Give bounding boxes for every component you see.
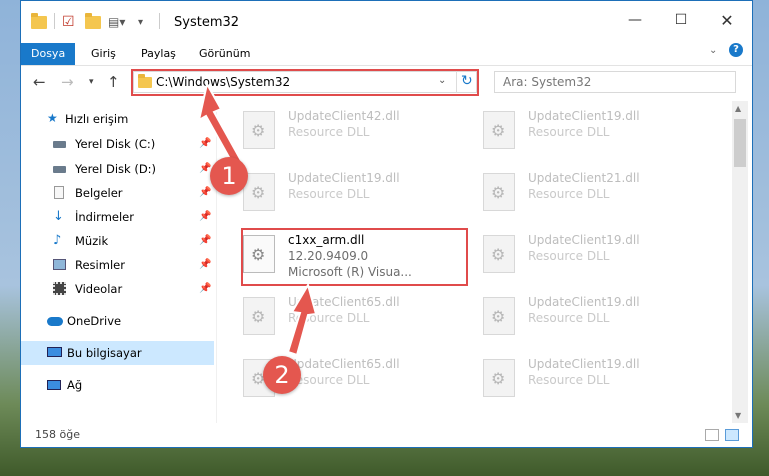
arrow-1: [197, 81, 245, 170]
step-1-badge: 1: [210, 157, 248, 195]
step-2-badge: 2: [263, 356, 301, 394]
annotation-arrows: [197, 81, 318, 357]
explorer-window: ☑ ▤▾ ▾ System32 — ☐ ✕ Dosya Giriş Paylaş…: [20, 0, 753, 448]
arrow-2: [286, 282, 318, 357]
